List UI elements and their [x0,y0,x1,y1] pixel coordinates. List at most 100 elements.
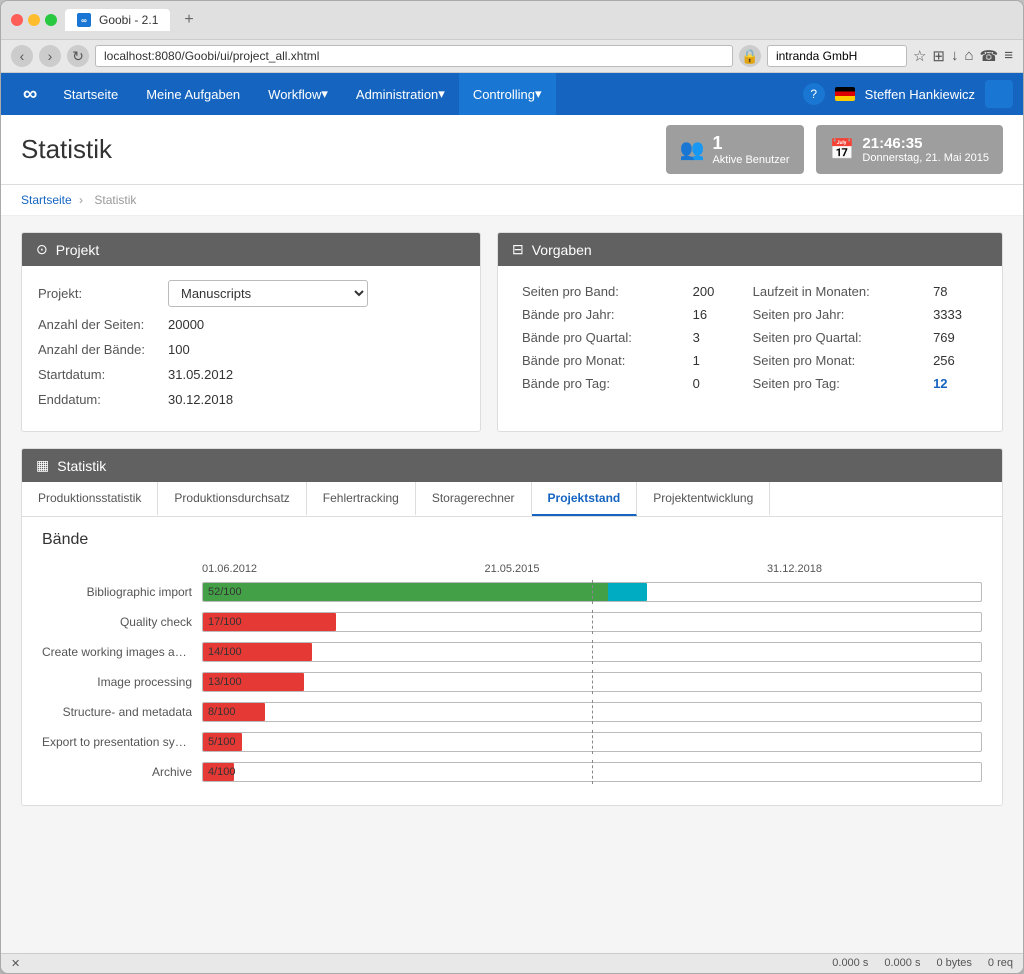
nav-startseite[interactable]: Startseite [49,73,132,115]
vorgaben-col-label2: Seiten pro Monat: [745,349,925,372]
chart-row: Bibliographic import52/100 [42,581,982,603]
projekt-label: Projekt: [38,286,168,301]
chart-vline [592,700,593,724]
projekt-panel: ⊙ Projekt Projekt: Manuscripts Anzahl de… [21,232,481,432]
nav-controlling[interactable]: Controlling ▾ [459,73,556,115]
projekt-panel-header: ⊙ Projekt [22,233,480,266]
user-avatar[interactable]: 👤 [985,80,1013,108]
statistik-panel: ▦ Statistik Produktionsstatistik Produkt… [21,448,1003,806]
baende-title: Bände [42,531,982,549]
tab-projektentwicklung[interactable]: Projektentwicklung [637,482,770,516]
forward-button[interactable]: › [39,45,61,67]
statistik-icon: ▦ [36,457,49,474]
current-time: 21:46:35 [862,135,989,152]
tab-produktionsstatistik[interactable]: Produktionsstatistik [22,482,158,516]
date-mid: 21.05.2015 [484,563,539,575]
chart-row-label: Image processing [42,675,202,689]
breadcrumb-current: Statistik [94,193,136,207]
vorgaben-col-value2: 3333 [925,303,986,326]
address-bar[interactable] [95,45,733,67]
vorgaben-row: Bände pro Tag: 0 Seiten pro Tag: 12 [514,372,986,395]
username-label[interactable]: Steffen Hankiewicz [865,87,975,102]
tab-fehlertracking[interactable]: Fehlertracking [307,482,416,516]
chart-bar-area: 14/100 [202,642,982,662]
chart-row: Image processing13/100 [42,671,982,693]
bookmark-icon[interactable]: ☆ [913,47,926,65]
panels-row: ⊙ Projekt Projekt: Manuscripts Anzahl de… [21,232,1003,432]
browser-tab[interactable]: ∞ Goobi - 2.1 [65,9,170,31]
maximize-button[interactable] [45,14,57,26]
vorgaben-col-value: 16 [685,303,745,326]
tab-storagerechner[interactable]: Storagerechner [416,482,532,516]
chart-vline [592,730,593,754]
nav-right: ? Steffen Hankiewicz 👤 [803,80,1013,108]
vorgaben-col-label: Bände pro Tag: [514,372,685,395]
nav-meine-aufgaben[interactable]: Meine Aufgaben [132,73,254,115]
date-end: 31.12.2018 [767,563,822,575]
help-button[interactable]: ? [803,83,825,105]
search-bar[interactable] [767,45,907,67]
breadcrumb-separator: › [79,193,83,207]
projekt-select[interactable]: Manuscripts [168,280,368,307]
status-bar: ✕ 0.000 s 0.000 s 0 bytes 0 req [1,953,1023,973]
breadcrumb-home[interactable]: Startseite [21,193,72,207]
vorgaben-col-value: 0 [685,372,745,395]
nav-workflow-arrow: ▾ [321,86,328,102]
seiten-label: Anzahl der Seiten: [38,317,168,332]
chart-wrapper: 01.06.2012 21.05.2015 31.12.2018 Bibliog… [42,563,982,783]
nav-workflow[interactable]: Workflow ▾ [254,73,342,115]
language-flag[interactable] [835,87,855,101]
menu-icon[interactable]: ≡ [1004,47,1013,65]
nav-administration[interactable]: Administration ▾ [342,73,459,115]
vorgaben-col-label2: Seiten pro Jahr: [745,303,925,326]
projekt-select-row: Projekt: Manuscripts [38,280,464,307]
vorgaben-col-label2: Seiten pro Tag: [745,372,925,395]
time1: 0.000 s [832,957,868,970]
vorgaben-col-label: Bände pro Monat: [514,349,685,372]
vorgaben-panel: ⊟ Vorgaben Seiten pro Band: 200 Laufzeit… [497,232,1003,432]
vorgaben-col-value2: 12 [925,372,986,395]
enddatum-value: 30.12.2018 [168,392,233,407]
back-button[interactable]: ‹ [11,45,33,67]
seiten-row: Anzahl der Seiten: 20000 [38,317,464,332]
minimize-button[interactable] [28,14,40,26]
time2: 0.000 s [884,957,920,970]
startdatum-row: Startdatum: 31.05.2012 [38,367,464,382]
vorgaben-row: Bände pro Monat: 1 Seiten pro Monat: 256 [514,349,986,372]
new-tab-button[interactable]: + [178,9,199,31]
downloads-icon[interactable]: ⊞ [932,47,945,65]
chart-row: Archive4/100 [42,761,982,783]
vorgaben-body: Seiten pro Band: 200 Laufzeit in Monaten… [498,266,1002,409]
vorgaben-col-label: Bände pro Jahr: [514,303,685,326]
vorgaben-col-value: 1 [685,349,745,372]
chart-bar-area: 5/100 [202,732,982,752]
tab-produktionsdurchsatz[interactable]: Produktionsdurchsatz [158,482,306,516]
chart-row: Structure- and metadata8/100 [42,701,982,723]
chart-bar-area: 17/100 [202,612,982,632]
vorgaben-row: Bände pro Jahr: 16 Seiten pro Jahr: 3333 [514,303,986,326]
vorgaben-col-label2: Seiten pro Quartal: [745,326,925,349]
chart-bar-area: 52/100 [202,582,982,602]
chart-vline [592,760,593,784]
vorgaben-col-label2: Laufzeit in Monaten: [745,280,925,303]
statistik-panel-header: ▦ Statistik [22,449,1002,482]
chart-row-label: Structure- and metadata [42,705,202,719]
projekt-icon: ⊙ [36,241,48,258]
vorgaben-panel-title: Vorgaben [532,242,592,258]
date-start: 01.06.2012 [202,563,257,575]
download-icon[interactable]: ↓ [951,47,959,65]
vorgaben-table: Seiten pro Band: 200 Laufzeit in Monaten… [514,280,986,395]
nav-controlling-arrow: ▾ [535,86,542,102]
users-count: 1 [712,133,789,154]
refresh-button[interactable]: ↻ [67,45,89,67]
home-icon[interactable]: ⌂ [964,47,973,65]
chart-row-label: Bibliographic import [42,585,202,599]
extensions-icon[interactable]: ☎ [980,47,999,65]
close-button[interactable] [11,14,23,26]
chart-rows-container: Bibliographic import52/100 Quality check1… [42,581,982,783]
chart-row: Quality check17/100 [42,611,982,633]
baende-row: Anzahl der Bände: 100 [38,342,464,357]
tab-projektstand[interactable]: Projektstand [532,482,638,516]
app-logo: ∞ [11,83,49,106]
status-close[interactable]: ✕ [11,957,20,970]
